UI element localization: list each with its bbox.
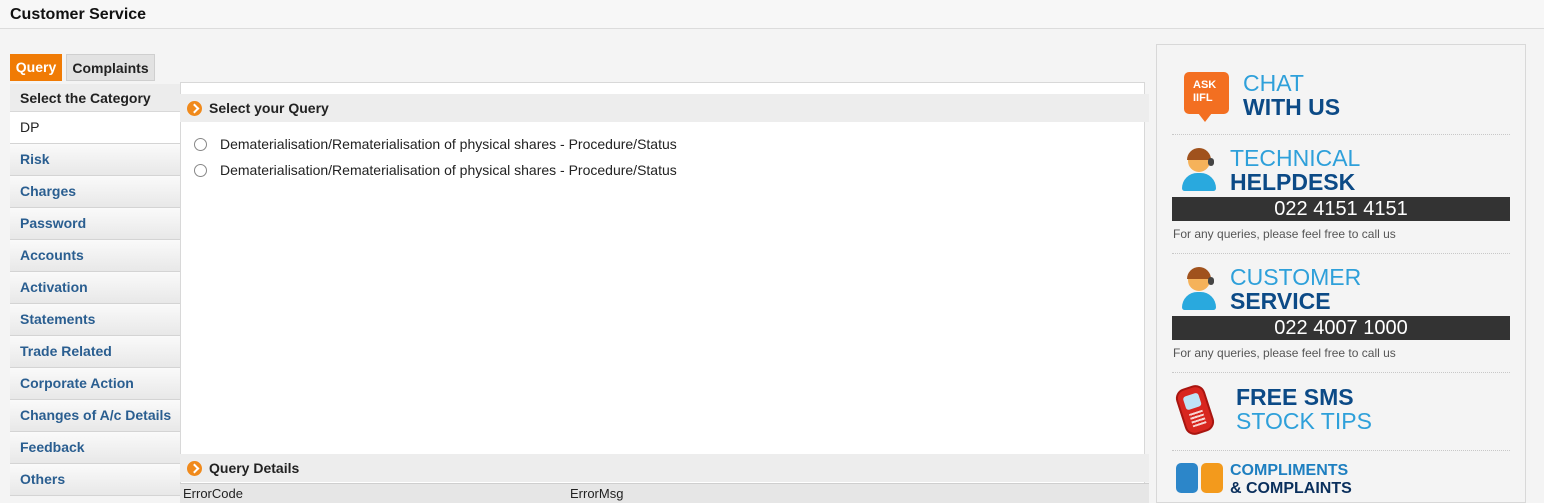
category-sidebar: Select the Category DP Risk Charges Pass…	[10, 84, 181, 496]
chat-line2[interactable]: WITH US	[1243, 95, 1340, 119]
sidebar-item-others[interactable]: Others	[10, 464, 181, 496]
ask-badge-line2: IIFL	[1193, 92, 1213, 104]
compliments-line2[interactable]: & COMPLAINTS	[1230, 480, 1352, 498]
radio-button[interactable]	[194, 164, 207, 177]
details-table-header: ErrorCode ErrorMsg	[180, 483, 1149, 503]
query-option-label: Dematerialisation/Rematerialisation of p…	[220, 162, 677, 178]
column-header-errormsg: ErrorMsg	[570, 486, 624, 501]
helpdesk-phone: 022 4151 4151	[1172, 197, 1510, 221]
sidebar-item-dp[interactable]: DP	[10, 112, 181, 144]
chevron-right-icon	[187, 101, 202, 116]
sms-line2[interactable]: STOCK TIPS	[1236, 409, 1372, 433]
divider	[1172, 253, 1510, 254]
sidebar-item-charges[interactable]: Charges	[10, 176, 181, 208]
ask-badge-line1: ASK	[1193, 79, 1217, 91]
sidebar-item-statements[interactable]: Statements	[10, 304, 181, 336]
sidebar-item-password[interactable]: Password	[10, 208, 181, 240]
category-header: Select the Category	[10, 84, 181, 112]
query-details-header: Query Details	[180, 454, 1149, 482]
query-option-label: Dematerialisation/Rematerialisation of p…	[220, 136, 677, 152]
tab-complaints[interactable]: Complaints	[66, 54, 155, 81]
chevron-right-icon	[187, 461, 202, 476]
sidebar-item-accounts[interactable]: Accounts	[10, 240, 181, 272]
sidebar-item-feedback[interactable]: Feedback	[10, 432, 181, 464]
helpdesk-hint: For any queries, please feel free to cal…	[1173, 227, 1396, 241]
select-query-heading: Select your Query	[209, 100, 329, 116]
helpdesk-agent-icon	[1178, 146, 1222, 192]
sidebar-item-activation[interactable]: Activation	[10, 272, 181, 304]
radio-button[interactable]	[194, 138, 207, 151]
ask-iifl-icon[interactable]: ASK IIFL	[1184, 72, 1229, 122]
page-title: Customer Service	[10, 6, 147, 23]
divider	[1172, 372, 1510, 373]
sidebar-item-trade-related[interactable]: Trade Related	[10, 336, 181, 368]
sidebar-item-corporate-action[interactable]: Corporate Action	[10, 368, 181, 400]
thumbs-down-icon	[1201, 463, 1223, 493]
divider	[1172, 450, 1510, 451]
service-hint: For any queries, please feel free to cal…	[1173, 346, 1396, 360]
sidebar-item-risk[interactable]: Risk	[10, 144, 181, 176]
select-query-header: Select your Query	[180, 94, 1149, 122]
service-line1: CUSTOMER	[1230, 264, 1362, 290]
helpdesk-line1: TECHNICAL	[1230, 145, 1361, 171]
service-agent-icon	[1178, 265, 1222, 311]
thumbs-up-icon	[1176, 463, 1198, 493]
tab-query[interactable]: Query	[10, 54, 62, 81]
sidebar-item-changes-of-ac-details[interactable]: Changes of A/c Details	[10, 400, 181, 432]
column-header-errorcode: ErrorCode	[183, 486, 243, 501]
query-details-heading: Query Details	[209, 460, 300, 476]
sms-line1[interactable]: FREE SMS	[1236, 385, 1354, 409]
service-phone: 022 4007 1000	[1172, 316, 1510, 340]
compliments-line1[interactable]: COMPLIMENTS	[1230, 462, 1348, 480]
chat-line1[interactable]: CHAT	[1243, 71, 1304, 95]
title-bar: Customer Service	[0, 0, 1544, 29]
divider	[1172, 134, 1510, 135]
helpdesk-line2: HELPDESK	[1230, 169, 1356, 195]
service-line2: SERVICE	[1230, 288, 1331, 314]
